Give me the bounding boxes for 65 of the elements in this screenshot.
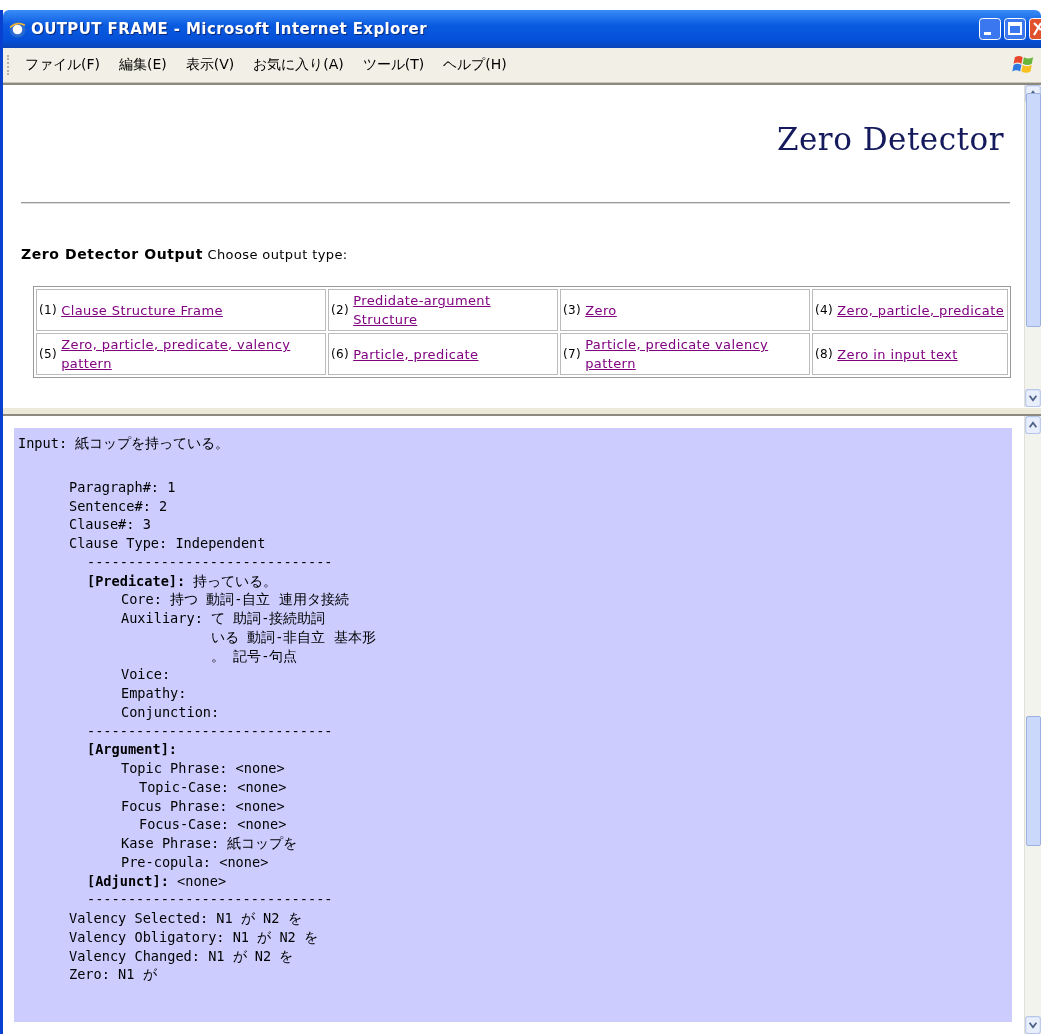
section-heading: [Argument]: bbox=[87, 740, 178, 759]
field-line: Conjunction: bbox=[121, 702, 220, 722]
option-number: (6) bbox=[331, 345, 350, 363]
option-link[interactable]: Zero bbox=[585, 300, 617, 320]
menu-item[interactable]: お気に入り(A) bbox=[253, 56, 344, 74]
field-line: Valency Changed: N1 が N2 を bbox=[69, 946, 294, 966]
window-title: OUTPUT FRAME - Microsoft Internet Explorer bbox=[31, 20, 427, 38]
menu-item[interactable]: 表示(V) bbox=[185, 56, 235, 74]
close-icon[interactable] bbox=[1029, 18, 1041, 40]
scroll-down-icon[interactable] bbox=[1025, 1016, 1041, 1034]
scroll-up-icon[interactable] bbox=[1025, 416, 1041, 434]
input-line: Input: 紙コップを持っている。 bbox=[18, 434, 230, 453]
section-heading: [Adjunct]: <none> bbox=[87, 871, 227, 891]
field-line: Clause#: 3 bbox=[69, 515, 151, 534]
option-number: (1) bbox=[39, 301, 58, 319]
dashed-separator: ------------------------------ bbox=[87, 721, 333, 741]
menu-item[interactable]: ファイル(F) bbox=[25, 56, 100, 74]
minimize-icon[interactable] bbox=[979, 18, 1001, 40]
option-link[interactable]: Clause Structure Frame bbox=[61, 300, 223, 320]
option-link[interactable]: Particle, predicate bbox=[353, 344, 479, 364]
dashed-separator: ------------------------------ bbox=[87, 552, 333, 572]
maximize-icon[interactable] bbox=[1004, 18, 1026, 40]
output-heading: Zero Detector Output bbox=[21, 246, 203, 262]
option-link[interactable]: Zero in input text bbox=[837, 344, 958, 364]
option-number: (8) bbox=[815, 345, 834, 363]
field-line: Valency Selected: N1 が N2 を bbox=[69, 909, 302, 928]
scrollbar[interactable] bbox=[1024, 85, 1041, 407]
dashed-separator: ------------------------------ bbox=[87, 890, 333, 909]
option-number: (7) bbox=[563, 345, 582, 363]
option-link[interactable]: Predidate-argument Structure bbox=[353, 291, 555, 329]
option-link[interactable]: Zero, particle, predicate, valency pattern bbox=[61, 335, 323, 373]
option-number: (5) bbox=[39, 345, 58, 363]
browser-icon bbox=[9, 20, 26, 38]
field-line: Auxiliary: て 助詞-接続助詞 bbox=[121, 609, 326, 628]
field-line: Focus Phrase: <none> bbox=[121, 796, 285, 816]
section-heading: [Predicate]: 持っている。 bbox=[87, 571, 278, 591]
field-line: 。 記号-句点 bbox=[210, 646, 298, 666]
site-logo: Zero Detector bbox=[776, 121, 1004, 159]
field-line: Topic Phrase: <none> bbox=[121, 759, 285, 778]
scroll-down-icon[interactable] bbox=[1025, 389, 1041, 407]
field-line: Paragraph#: 1 bbox=[69, 477, 176, 497]
menu-item[interactable]: ヘルプ(H) bbox=[443, 56, 507, 74]
option-link[interactable]: Zero, particle, predicate bbox=[837, 300, 1005, 320]
option-number: (2) bbox=[331, 301, 350, 319]
scroll-thumb[interactable] bbox=[1026, 716, 1041, 846]
field-line: Sentence#: 2 bbox=[69, 496, 168, 516]
field-line: Focus-Case: <none> bbox=[139, 815, 287, 834]
field-line: Zero: N1 が bbox=[69, 965, 157, 984]
output-prompt: Choose output type: bbox=[207, 247, 348, 262]
field-line: Kase Phrase: 紙コップを bbox=[121, 834, 298, 853]
field-line: Core: 持つ 動詞-自立 連用タ接続 bbox=[121, 590, 349, 609]
field-line: Empathy: bbox=[121, 684, 187, 703]
field-line: いる 動詞-非自立 基本形 bbox=[210, 627, 376, 647]
option-number: (3) bbox=[563, 301, 582, 319]
scrollbar[interactable] bbox=[1024, 416, 1041, 1034]
field-line: Voice: bbox=[121, 665, 171, 684]
field-line: Valency Obligatory: N1 が N2 を bbox=[69, 927, 318, 947]
menu-item[interactable]: ツール(T) bbox=[362, 56, 425, 74]
option-number: (4) bbox=[815, 301, 834, 319]
field-line: Topic-Case: <none> bbox=[139, 777, 287, 797]
scroll-thumb[interactable] bbox=[1026, 93, 1041, 327]
option-link[interactable]: Particle, predicate valency pattern bbox=[585, 335, 807, 373]
field-line: Clause Type: Independent bbox=[69, 534, 266, 553]
field-line: Pre-copula: <none> bbox=[121, 852, 269, 872]
menu-item[interactable]: 編集(E) bbox=[119, 56, 167, 74]
